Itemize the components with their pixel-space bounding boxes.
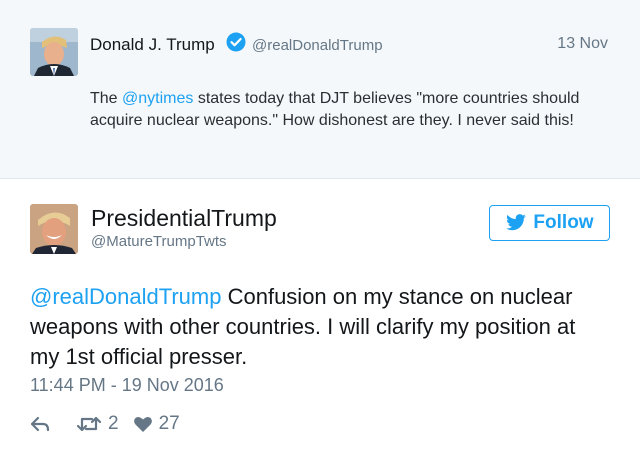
quoted-tweet[interactable]: Donald J. Trump @realDonaldTrump 13 Nov … (0, 0, 640, 179)
tweet-actions: 2 27 (30, 410, 180, 438)
reply-button[interactable] (30, 416, 50, 432)
author-handle[interactable]: @MatureTrumpTwts (91, 233, 227, 250)
quoted-text-before: The (90, 90, 123, 107)
follow-button-label: Follow (533, 212, 594, 233)
tweet-timestamp[interactable]: 11:44 PM - 19 Nov 2016 (30, 375, 224, 396)
follow-button[interactable]: Follow (489, 205, 610, 241)
retweet-count: 2 (108, 413, 119, 434)
retweet-icon (76, 416, 102, 432)
tweet-text: @realDonaldTrump Confusion on my stance … (30, 282, 610, 372)
quoted-author-name[interactable]: Donald J. Trump (90, 35, 215, 55)
twitter-bird-icon (506, 214, 527, 231)
author-avatar[interactable] (30, 204, 78, 254)
like-count: 27 (158, 413, 180, 434)
mention-link-realdonaldtrump[interactable]: @realDonaldTrump (30, 284, 221, 309)
like-button[interactable]: 27 (133, 413, 180, 435)
quoted-tweet-date[interactable]: 13 Nov (557, 35, 608, 53)
author-name[interactable]: PresidentialTrump (91, 205, 277, 232)
mention-link-nytimes[interactable]: @nytimes (122, 90, 193, 107)
quoted-author-handle[interactable]: @realDonaldTrump (252, 37, 383, 54)
quoted-tweet-text: The @nytimes states today that DJT belie… (90, 88, 610, 132)
reply-icon (30, 416, 50, 432)
verified-badge-icon (226, 32, 246, 52)
quoted-author-avatar[interactable] (30, 28, 78, 76)
heart-icon (133, 416, 152, 432)
retweet-button[interactable]: 2 (76, 413, 119, 435)
